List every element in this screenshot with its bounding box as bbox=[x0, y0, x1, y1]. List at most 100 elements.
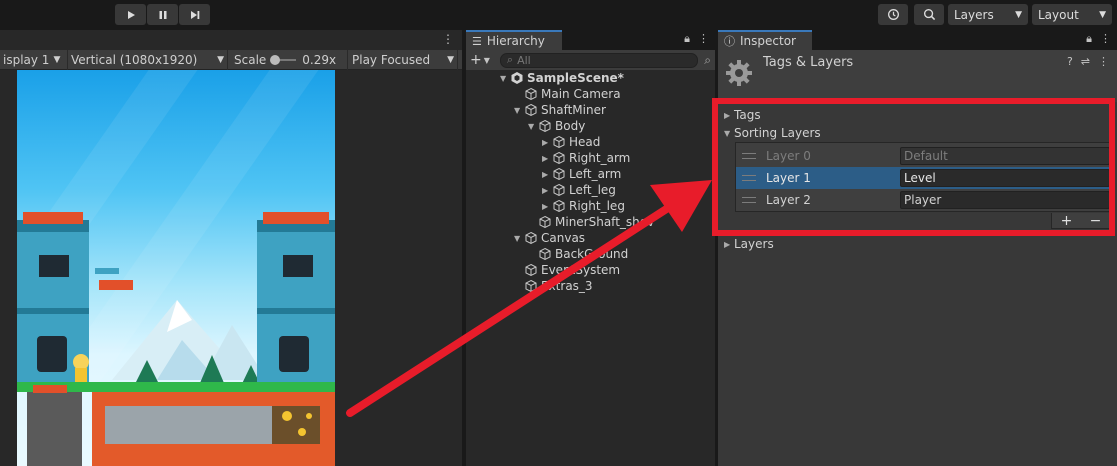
gameobject-cube-icon bbox=[553, 199, 565, 213]
chevron-down-icon: ▼ bbox=[447, 54, 454, 65]
hierarchy-item-label: EventSystem bbox=[541, 263, 621, 277]
game-canvas[interactable] bbox=[17, 70, 335, 466]
game-view-tab-strip: ⋮ bbox=[0, 30, 462, 50]
tab-hierarchy[interactable]: ☰ Hierarchy bbox=[466, 30, 562, 50]
hierarchy-item-canvas[interactable]: ▼ Canvas bbox=[514, 230, 585, 246]
hierarchy-item-label: Canvas bbox=[541, 231, 586, 245]
info-icon: ⓘ bbox=[724, 35, 735, 48]
hierarchy-item-main-camera[interactable]: Main Camera bbox=[524, 86, 621, 102]
more-options-icon[interactable]: ⋮ bbox=[1100, 32, 1111, 46]
gameobject-cube-icon bbox=[539, 247, 551, 261]
hierarchy-item-label: ShaftMiner bbox=[541, 103, 606, 117]
resolution-label: Vertical (1080x1920) bbox=[71, 52, 198, 67]
hierarchy-item-eventsystem[interactable]: EventSystem bbox=[524, 262, 620, 278]
hierarchy-search-input[interactable]: ⌕ All bbox=[499, 52, 699, 68]
scale-label: Scale bbox=[234, 52, 267, 67]
scale-slider-thumb[interactable] bbox=[270, 54, 281, 65]
hierarchy-item-minershaft-shovel[interactable]: MinerShaft_shov bbox=[538, 214, 654, 230]
more-options-icon[interactable]: ⋮ bbox=[698, 32, 709, 46]
display-dropdown[interactable]: isplay 1 ▼ bbox=[0, 49, 68, 70]
play-icon bbox=[127, 10, 135, 19]
gameobject-cube-icon bbox=[553, 135, 565, 149]
pause-icon bbox=[159, 10, 166, 19]
scene-filter-icon[interactable]: ⌕ bbox=[704, 53, 711, 68]
history-icon bbox=[887, 9, 899, 20]
hierarchy-item-label: Extras_3 bbox=[541, 279, 593, 293]
hierarchy-item-samplescene[interactable]: ▼ SampleScene* bbox=[500, 70, 624, 86]
unity-scene-icon bbox=[511, 72, 523, 84]
hierarchy-item-label: Head bbox=[569, 135, 601, 149]
hierarchy-tab-strip: ☰ Hierarchy 🔒︎ ⋮ bbox=[466, 30, 715, 50]
chevron-down-icon[interactable]: ▼ bbox=[484, 56, 490, 65]
hierarchy-item-left-arm[interactable]: ▶ Left_arm bbox=[542, 166, 621, 182]
chevron-down-icon: ▼ bbox=[1099, 9, 1106, 20]
main-toolbar: Layers ▼ Layout ▼ bbox=[0, 0, 1117, 30]
step-button[interactable] bbox=[179, 4, 210, 25]
chevron-right-icon[interactable]: ▶ bbox=[724, 240, 734, 249]
chevron-down-icon[interactable]: ▼ bbox=[514, 234, 524, 243]
more-options-icon[interactable]: ⋮ bbox=[1098, 55, 1109, 68]
chevron-right-icon[interactable]: ▶ bbox=[542, 170, 552, 179]
hierarchy-item-extras-3[interactable]: Extras_3 bbox=[524, 278, 593, 294]
inspector-title: Tags & Layers bbox=[763, 55, 854, 70]
layout-dropdown[interactable]: Layout ▼ bbox=[1032, 4, 1112, 25]
gameobject-cube-icon bbox=[553, 183, 565, 197]
more-options-icon[interactable]: ⋮ bbox=[442, 32, 454, 46]
hierarchy-item-right-leg[interactable]: ▶ Right_leg bbox=[542, 198, 625, 214]
hierarchy-item-label: SampleScene* bbox=[527, 71, 624, 85]
chevron-down-icon[interactable]: ▼ bbox=[514, 106, 524, 115]
play-button[interactable] bbox=[115, 4, 146, 25]
gameobject-cube-icon bbox=[525, 263, 537, 277]
chevron-right-icon[interactable]: ▶ bbox=[542, 202, 552, 211]
search-icon bbox=[923, 8, 935, 21]
hierarchy-toolbar: + ▼ ⌕ All ⌕ bbox=[466, 50, 715, 70]
annotation-highlight-box bbox=[712, 98, 1115, 236]
layers-dropdown[interactable]: Layers ▼ bbox=[948, 4, 1028, 25]
chevron-down-icon[interactable]: ▼ bbox=[500, 74, 510, 83]
gameobject-cube-icon bbox=[525, 87, 537, 101]
tab-inspector[interactable]: ⓘ Inspector bbox=[718, 30, 812, 50]
hierarchy-item-body[interactable]: ▼ Body bbox=[528, 118, 585, 134]
layers-foldout[interactable]: ▶ Layers bbox=[724, 235, 774, 253]
hierarchy-item-shaftminer[interactable]: ▼ ShaftMiner bbox=[514, 102, 606, 118]
gameobject-cube-icon bbox=[525, 279, 537, 293]
gameobject-cube-icon bbox=[553, 151, 565, 165]
inspector-header-actions: ? ⇌ ⋮ bbox=[1067, 55, 1109, 68]
hierarchy-item-label: Right_arm bbox=[569, 151, 631, 165]
inspector-header: Tags & Layers ? ⇌ ⋮ bbox=[718, 50, 1117, 102]
hierarchy-item-head[interactable]: ▶ Head bbox=[542, 134, 600, 150]
pause-button[interactable] bbox=[147, 4, 178, 25]
search-placeholder: All bbox=[517, 53, 531, 67]
inspector-tab-actions: 🔒︎ ⋮ bbox=[1086, 32, 1111, 46]
lock-icon[interactable]: 🔒︎ bbox=[684, 32, 690, 46]
chevron-right-icon[interactable]: ▶ bbox=[542, 186, 552, 195]
gameobject-cube-icon bbox=[525, 103, 537, 117]
scale-slider[interactable] bbox=[270, 54, 297, 65]
add-icon[interactable]: + bbox=[470, 52, 482, 68]
hierarchy-item-right-arm[interactable]: ▶ Right_arm bbox=[542, 150, 630, 166]
play-mode-dropdown[interactable]: Play Focused ▼ bbox=[348, 49, 458, 70]
chevron-right-icon[interactable]: ▶ bbox=[542, 138, 552, 147]
gameobject-cube-icon bbox=[553, 167, 565, 181]
chevron-down-icon[interactable]: ▼ bbox=[528, 122, 538, 131]
hierarchy-item-label: Right_leg bbox=[569, 199, 625, 213]
hierarchy-item-left-leg[interactable]: ▶ Left_leg bbox=[542, 182, 616, 198]
search-icon: ⌕ bbox=[506, 53, 514, 66]
hierarchy-item-label: Body bbox=[555, 119, 586, 133]
hierarchy-item-label: Left_leg bbox=[569, 183, 616, 197]
resolution-dropdown[interactable]: Vertical (1080x1920) ▼ bbox=[68, 49, 228, 70]
inspector-panel: ⓘ Inspector 🔒︎ ⋮ Tags & Layers ? ⇌ ⋮ ▶ T… bbox=[718, 30, 1117, 466]
hierarchy-tab-actions: 🔒︎ ⋮ bbox=[684, 32, 709, 46]
layout-dropdown-label: Layout bbox=[1038, 7, 1079, 22]
chevron-right-icon[interactable]: ▶ bbox=[542, 154, 552, 163]
history-button[interactable] bbox=[878, 4, 908, 25]
lock-icon[interactable]: 🔒︎ bbox=[1086, 32, 1092, 46]
search-button[interactable] bbox=[914, 4, 944, 25]
presets-icon[interactable]: ⇌ bbox=[1081, 55, 1090, 68]
gameobject-cube-icon bbox=[525, 231, 537, 245]
hierarchy-item-label: MinerShaft_shov bbox=[555, 215, 655, 229]
help-icon[interactable]: ? bbox=[1067, 55, 1073, 68]
gear-icon bbox=[726, 60, 752, 86]
gameobject-cube-icon bbox=[539, 215, 551, 229]
hierarchy-item-background[interactable]: BackGround bbox=[538, 246, 628, 262]
